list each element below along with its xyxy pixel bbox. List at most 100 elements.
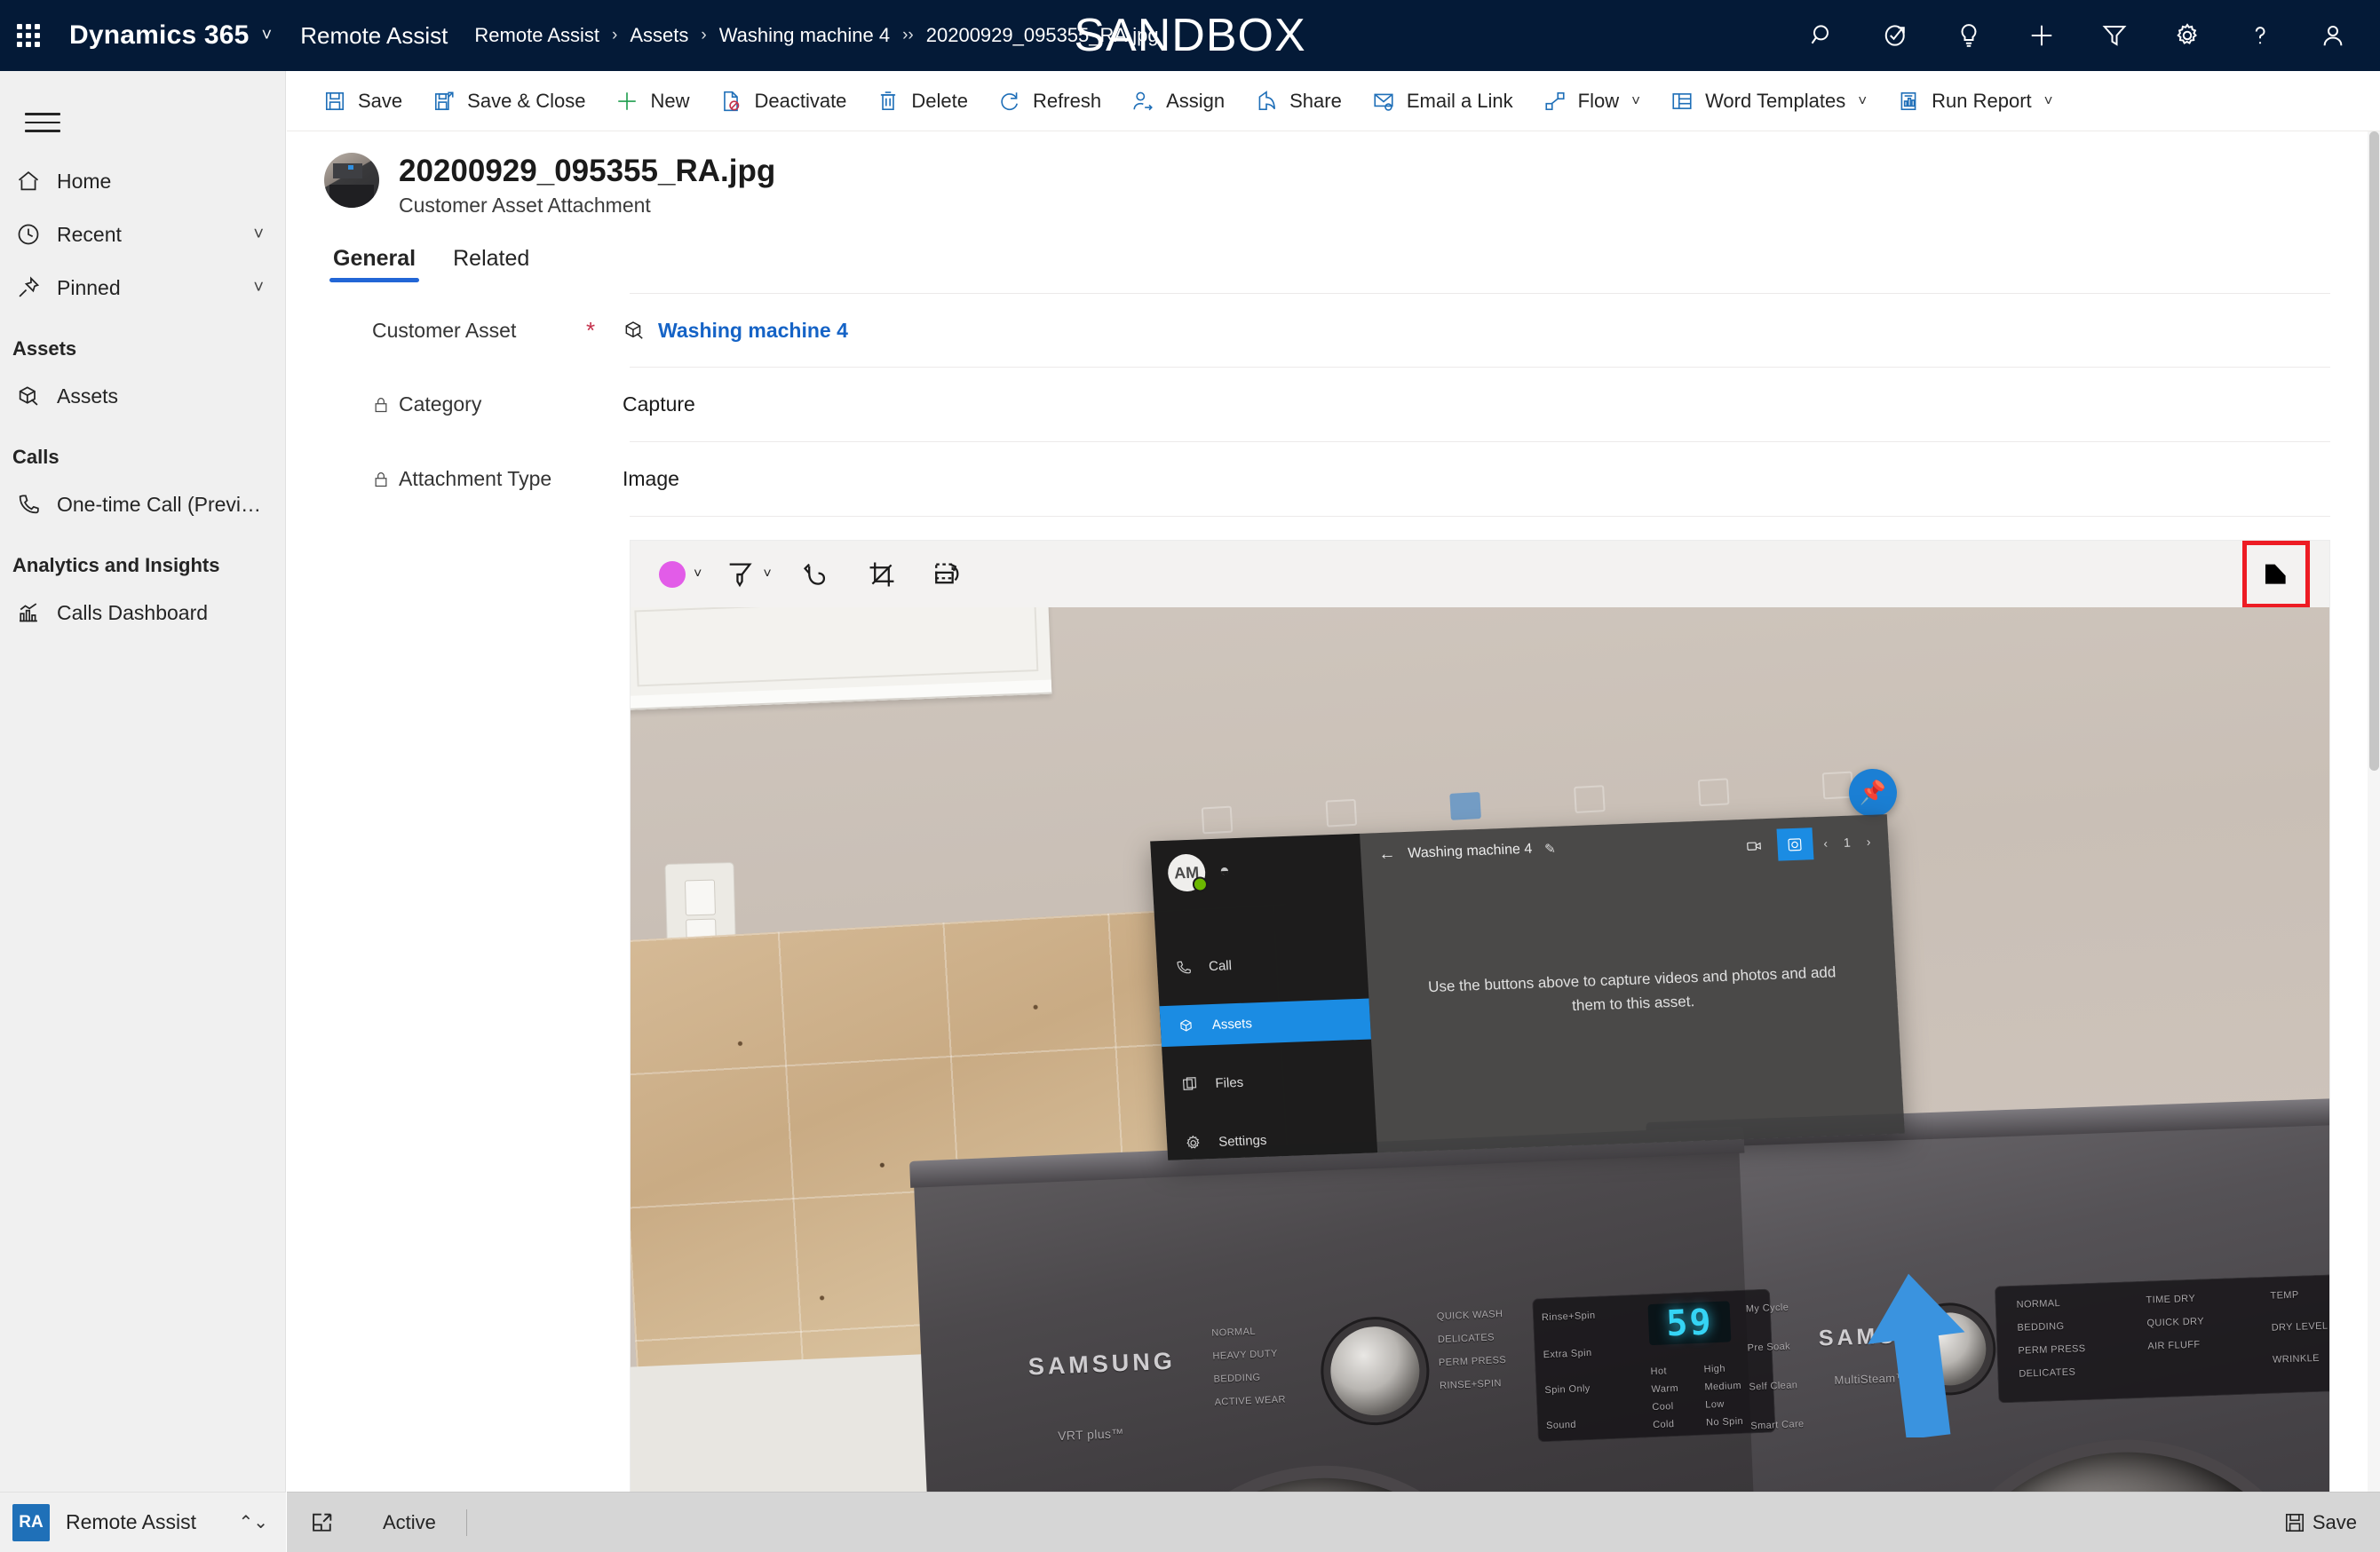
hologram-nav-call[interactable]: Call bbox=[1156, 940, 1368, 989]
hamburger-menu-icon[interactable] bbox=[11, 91, 75, 154]
hologram-page-number: 1 bbox=[1843, 835, 1852, 851]
hologram-remote-assist-panel: AM ◓ Call Assets Files Settings ← Washin… bbox=[1150, 814, 1905, 1161]
deactivate-button[interactable]: Deactivate bbox=[702, 71, 860, 131]
washer-model-text: VRT plus™ bbox=[1057, 1426, 1125, 1444]
user-avatar-icon[interactable] bbox=[2297, 0, 2369, 71]
waffle-grid-icon[interactable] bbox=[0, 0, 57, 71]
share-button[interactable]: Share bbox=[1238, 71, 1355, 131]
sidebar-item-assets[interactable]: Assets bbox=[0, 369, 285, 423]
plus-icon bbox=[612, 90, 642, 113]
breadcrumb-item-current: 20200929_095355_RA.jpg bbox=[925, 24, 1159, 46]
email-a-link-button[interactable]: Email a Link bbox=[1355, 71, 1527, 131]
breadcrumb-item-1[interactable]: Remote Assist bbox=[471, 24, 603, 47]
sidebar-item-assets-label: Assets bbox=[57, 384, 119, 408]
delete-button-label: Delete bbox=[911, 89, 969, 112]
save-button-label: Save bbox=[358, 89, 403, 112]
main-content-area: 20200929_095355_RA.jpg Customer Asset At… bbox=[287, 131, 2380, 1492]
assign-person-icon bbox=[1128, 90, 1158, 113]
back-arrow-icon[interactable]: ← bbox=[1378, 845, 1396, 866]
sidebar-group-assets-title: Assets bbox=[12, 337, 77, 360]
hologram-avatar: AM bbox=[1167, 853, 1207, 893]
main-scrollbar-thumb[interactable] bbox=[2369, 131, 2379, 771]
chevron-down-icon[interactable]: ˅ bbox=[694, 566, 702, 582]
main-scrollbar[interactable] bbox=[2368, 131, 2380, 1492]
crop-icon[interactable] bbox=[855, 548, 908, 601]
breadcrumb-item-2[interactable]: Assets bbox=[626, 24, 692, 47]
lock-icon bbox=[372, 471, 395, 488]
app-switcher[interactable]: RA Remote Assist ⌃⌄ bbox=[0, 1492, 286, 1552]
save-and-close-button[interactable]: Save & Close bbox=[416, 71, 599, 131]
save-button[interactable]: Save bbox=[306, 71, 416, 131]
run-report-button[interactable]: Run Report ˅ bbox=[1880, 71, 2066, 131]
delete-button[interactable]: Delete bbox=[860, 71, 981, 131]
pencil-icon[interactable]: ✎ bbox=[1544, 841, 1557, 857]
hologram-prev-page[interactable]: ‹ bbox=[1818, 836, 1834, 851]
flow-button-label: Flow bbox=[1577, 89, 1620, 112]
hologram-nav-settings-label: Settings bbox=[1218, 1132, 1267, 1150]
open-image-fullscreen-icon[interactable] bbox=[2249, 548, 2303, 601]
pen-tool-icon[interactable]: ˅ bbox=[719, 548, 776, 601]
chevron-down-icon[interactable]: ˅ bbox=[253, 278, 264, 298]
field-label-category: Category bbox=[321, 392, 578, 416]
video-capture-icon[interactable] bbox=[1735, 829, 1773, 862]
breadcrumb-separator-2: › bbox=[701, 26, 707, 44]
chevron-down-icon[interactable]: ˅ bbox=[253, 225, 264, 245]
search-icon[interactable] bbox=[1787, 0, 1860, 71]
sidebar-item-recent[interactable]: Recent ˅ bbox=[0, 208, 285, 261]
tab-general[interactable]: General bbox=[322, 241, 426, 283]
assign-button-label: Assign bbox=[1166, 89, 1226, 112]
filter-icon[interactable] bbox=[2078, 0, 2151, 71]
customer-asset-lookup-link[interactable]: Washing machine 4 bbox=[658, 319, 848, 343]
rotate-image-icon[interactable] bbox=[921, 548, 974, 601]
ink-color-swatch[interactable]: ˅ bbox=[654, 548, 707, 601]
field-label-category-text: Category bbox=[399, 392, 482, 416]
sidebar-item-recent-label: Recent bbox=[57, 222, 122, 246]
washer-brand-text: SAMSUNG bbox=[1027, 1347, 1177, 1381]
flow-button[interactable]: Flow ˅ bbox=[1527, 71, 1654, 131]
page-title: 20200929_095355_RA.jpg bbox=[399, 154, 776, 188]
breadcrumb-separator-1: › bbox=[612, 26, 618, 44]
photo-capture-icon[interactable] bbox=[1776, 827, 1814, 861]
wifi-icon: ◓ bbox=[1218, 861, 1231, 881]
image-editor: ˅ ˅ MultiSteam™ NORMAL BEDDING PERM PRES… bbox=[630, 540, 2330, 1492]
tab-related[interactable]: Related bbox=[442, 241, 540, 282]
word-templates-button[interactable]: Word Templates ˅ bbox=[1654, 71, 1880, 131]
sidebar-item-one-time-call[interactable]: One-time Call (Previe... bbox=[0, 478, 285, 531]
gear-icon bbox=[1185, 1134, 1219, 1152]
hologram-nav-assets[interactable]: Assets bbox=[1159, 998, 1371, 1048]
hologram-nav-files[interactable]: Files bbox=[1162, 1057, 1374, 1106]
chevron-down-icon[interactable]: ˅ bbox=[763, 566, 771, 582]
new-button[interactable]: New bbox=[599, 71, 702, 131]
save-and-close-button-label: Save & Close bbox=[467, 89, 586, 112]
word-template-icon bbox=[1667, 90, 1697, 113]
chevron-down-icon[interactable]: ˅ bbox=[1858, 92, 1867, 110]
quick-create-icon[interactable] bbox=[2005, 0, 2078, 71]
assign-button[interactable]: Assign bbox=[1115, 71, 1238, 131]
undo-icon[interactable] bbox=[789, 548, 843, 601]
help-icon[interactable] bbox=[2224, 0, 2297, 71]
hologram-capture-actions: ‹ 1 › bbox=[1735, 826, 1876, 863]
status-save-button[interactable]: Save bbox=[2277, 1511, 2357, 1534]
chevron-down-icon[interactable]: ˅ bbox=[2044, 92, 2053, 110]
open-record-fullscreen-icon[interactable] bbox=[310, 1510, 351, 1535]
sidebar-item-calls-dashboard[interactable]: Calls Dashboard bbox=[0, 586, 285, 639]
pin-icon bbox=[16, 275, 57, 300]
breadcrumb-separator-3: ›› bbox=[902, 26, 914, 44]
field-label-customer-asset: Customer Asset bbox=[321, 319, 578, 343]
relationship-assistant-icon[interactable] bbox=[1860, 0, 1932, 71]
sidebar-item-home[interactable]: Home bbox=[0, 154, 285, 208]
sidebar-item-pinned[interactable]: Pinned ˅ bbox=[0, 261, 285, 314]
record-state-label: Active bbox=[383, 1510, 436, 1533]
record-entity-name: Customer Asset Attachment bbox=[399, 194, 651, 218]
app-switcher-updown-icon[interactable]: ⌃⌄ bbox=[238, 1514, 274, 1532]
attachment-photo[interactable]: SAMSUNG MultiSteam™ VentSensor NORMAL BE… bbox=[630, 607, 2330, 1492]
brand-chevron-down-icon[interactable]: ˅ bbox=[258, 26, 289, 46]
breadcrumb-item-3[interactable]: Washing machine 4 bbox=[716, 24, 893, 47]
field-row-attachment-type: Attachment Type Image bbox=[375, 442, 2330, 518]
hologram-next-page[interactable]: › bbox=[1860, 835, 1876, 850]
trash-icon bbox=[873, 90, 903, 113]
refresh-button[interactable]: Refresh bbox=[981, 71, 1115, 131]
settings-gear-icon[interactable] bbox=[2151, 0, 2224, 71]
chevron-down-icon[interactable]: ˅ bbox=[1631, 92, 1640, 110]
lightbulb-icon[interactable] bbox=[1932, 0, 2005, 71]
